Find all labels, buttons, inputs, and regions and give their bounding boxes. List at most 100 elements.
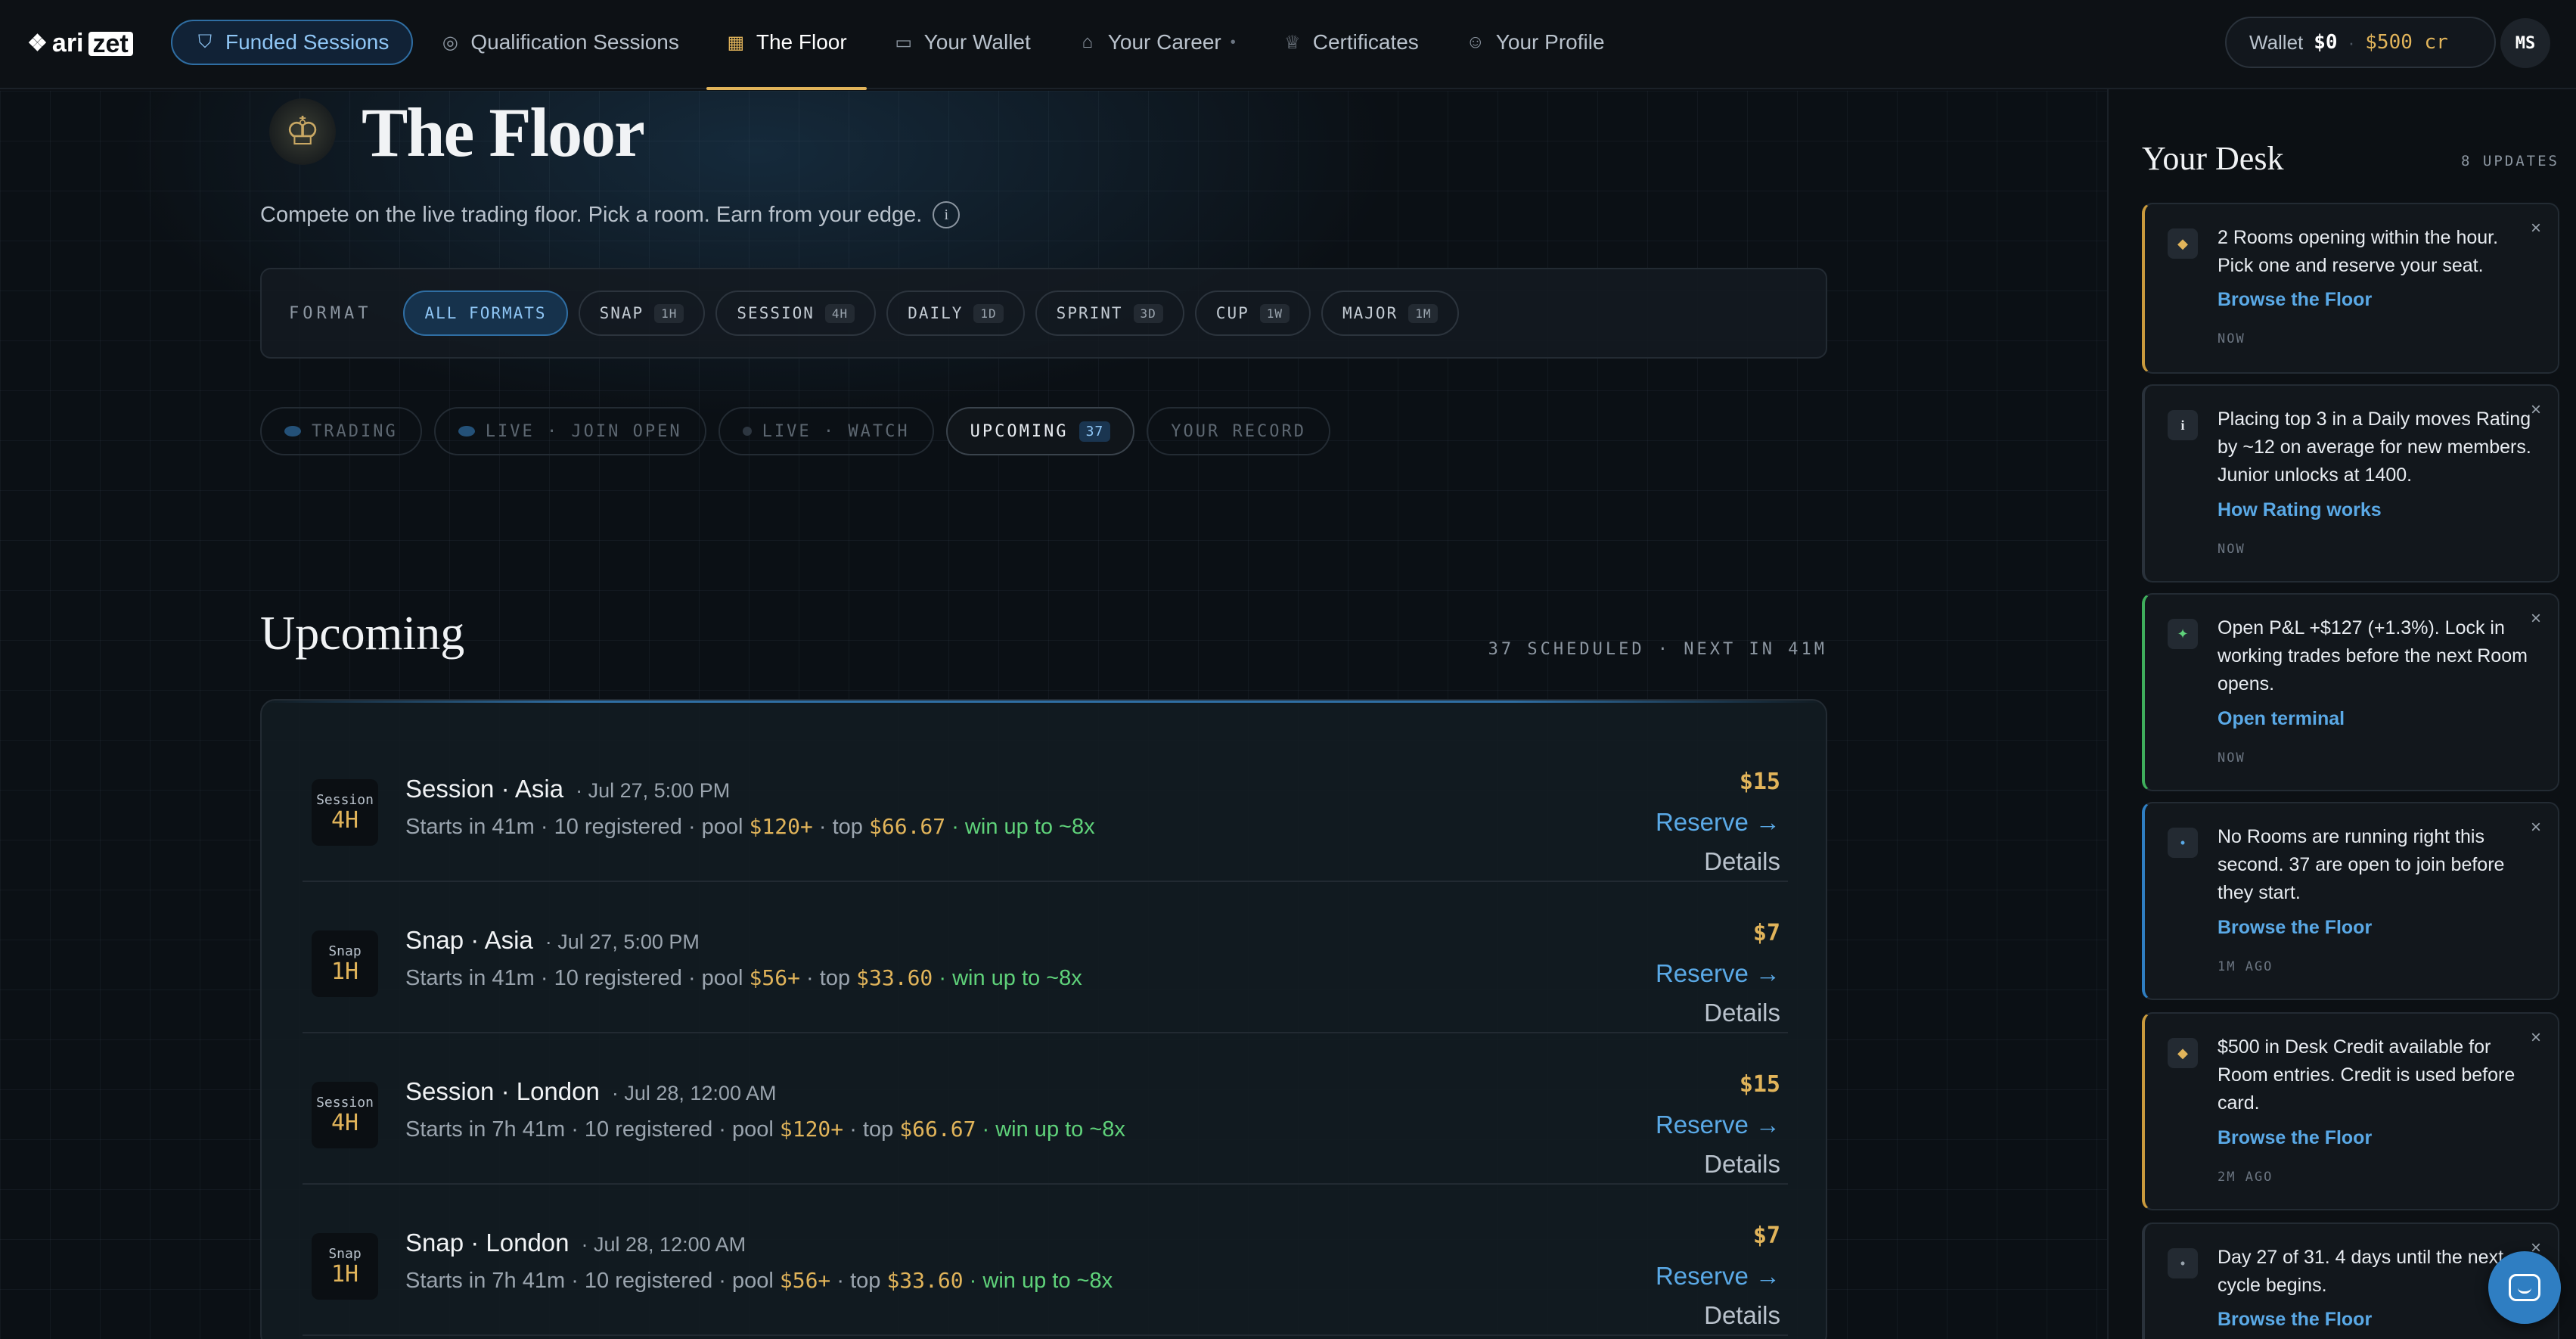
nav-funded-sessions[interactable]: ⛉ Funded Sessions xyxy=(171,20,414,65)
room-starts: Starts in 7h 41m · 10 registered · pool xyxy=(405,1117,780,1142)
nav-the-floor[interactable]: ▦ The Floor xyxy=(706,20,867,90)
close-icon[interactable]: × xyxy=(2531,817,2541,838)
card-link[interactable]: How Rating works xyxy=(2218,499,2382,521)
nav-certificates[interactable]: ♕ Certificates xyxy=(1263,20,1439,65)
logo[interactable]: ❖ ari zet xyxy=(27,29,133,58)
status-live-watch[interactable]: LIVE · WATCH xyxy=(718,407,934,455)
desk-card: i Placing top 3 in a Daily moves Rating … xyxy=(2142,384,2559,583)
room-win: · win up to ~8x xyxy=(963,1269,1113,1293)
format-chip-badge: 1M xyxy=(1408,303,1439,323)
room-win: · win up to ~8x xyxy=(945,815,1095,839)
desk-title: Your Desk xyxy=(2142,140,2284,177)
tile-format: Session xyxy=(316,1094,374,1111)
dot-icon: • xyxy=(2168,1248,2198,1278)
card-link[interactable]: Browse the Floor xyxy=(2218,917,2372,939)
room-date: · Jul 28, 12:00 AM xyxy=(611,1082,777,1104)
tile-format: Snap xyxy=(328,1245,362,1262)
room-top-label: · top xyxy=(843,1117,900,1142)
career-dot-icon: • xyxy=(1230,33,1236,51)
room-details-line: Starts in 41m · 10 registered · pool $56… xyxy=(405,965,1082,991)
close-icon[interactable]: × xyxy=(2531,608,2541,629)
format-all[interactable]: ALL FORMATS xyxy=(403,290,568,336)
nav-label: Funded Sessions xyxy=(225,30,390,54)
format-session[interactable]: SESSION 4H xyxy=(715,290,877,336)
reserve-button[interactable]: Reserve → xyxy=(1656,1262,1780,1291)
format-sprint[interactable]: SPRINT 3D xyxy=(1035,290,1184,336)
status-trading[interactable]: TRADING xyxy=(260,407,422,455)
details-button[interactable]: Details xyxy=(1704,1301,1780,1330)
nav-qualification-sessions[interactable]: ◎ Qualification Sessions xyxy=(421,20,698,65)
chat-launcher-button[interactable] xyxy=(2488,1251,2561,1324)
reserve-button[interactable]: Reserve → xyxy=(1656,959,1780,988)
room-title: Session · Asia · Jul 27, 5:00 PM xyxy=(405,775,730,803)
format-tile: Snap 1H xyxy=(312,930,378,997)
wallet-separator: · xyxy=(2348,30,2355,54)
format-major[interactable]: MAJOR 1M xyxy=(1321,290,1460,336)
sparkle-icon: ✦ xyxy=(2168,619,2198,649)
card-text: Day 27 of 31. 4 days until the next cycl… xyxy=(2218,1247,2504,1296)
details-button[interactable]: Details xyxy=(1704,999,1780,1027)
format-chip-badge: 3D xyxy=(1133,303,1163,323)
list-item[interactable]: Session 4H Session · London · Jul 28, 12… xyxy=(303,1033,1788,1185)
room-title: Snap · London · Jul 28, 12:00 AM xyxy=(405,1229,746,1257)
nav-your-profile[interactable]: ☺ Your Profile xyxy=(1446,20,1625,65)
format-label: FORMAT xyxy=(289,303,372,323)
nav-label: Your Profile xyxy=(1495,30,1605,54)
status-your-record[interactable]: YOUR RECORD xyxy=(1147,407,1330,455)
format-cup[interactable]: CUP 1W xyxy=(1194,290,1311,336)
details-button[interactable]: Details xyxy=(1704,847,1780,876)
nav-label: Certificates xyxy=(1312,30,1419,54)
close-icon[interactable]: × xyxy=(2531,218,2541,239)
format-tile: Snap 1H xyxy=(312,1233,378,1300)
subtitle-text: Compete on the live trading floor. Pick … xyxy=(260,202,923,227)
close-icon[interactable]: × xyxy=(2531,399,2541,421)
room-top: $33.60 xyxy=(856,965,933,990)
card-link[interactable]: Open terminal xyxy=(2218,708,2345,730)
list-item[interactable]: Session 4H Session · Asia · Jul 27, 5:00… xyxy=(303,731,1788,882)
card-link[interactable]: Browse the Floor xyxy=(2218,289,2372,311)
avatar[interactable]: MS xyxy=(2500,18,2550,68)
card-text: $500 in Desk Credit available for Room e… xyxy=(2218,1036,2515,1114)
list-item[interactable]: Snap 1H Snap · Asia · Jul 27, 5:00 PM St… xyxy=(303,882,1788,1033)
diamond-icon: ◆ xyxy=(2168,228,2198,259)
dot-icon: • xyxy=(2168,828,2198,858)
format-chip-label: ALL FORMATS xyxy=(424,304,547,322)
user-icon: ☺ xyxy=(1466,32,1485,52)
nav-your-wallet[interactable]: ▭ Your Wallet xyxy=(874,20,1051,65)
card-link[interactable]: Browse the Floor xyxy=(2218,1309,2372,1331)
wallet-credit: $500 cr xyxy=(2365,31,2448,54)
page-title: The Floor xyxy=(362,94,645,171)
status-live-join[interactable]: LIVE · JOIN OPEN xyxy=(433,407,706,455)
room-win: · win up to ~8x xyxy=(933,966,1082,990)
card-link[interactable]: Browse the Floor xyxy=(2218,1127,2372,1149)
reserve-button[interactable]: Reserve → xyxy=(1656,808,1780,837)
top-nav: ❖ ari zet ⛉ Funded Sessions ◎ Qualificat… xyxy=(0,0,2576,90)
format-chip-label: MAJOR xyxy=(1342,304,1398,322)
tile-duration: 4H xyxy=(331,806,359,834)
nav-label: Qualification Sessions xyxy=(470,30,679,54)
reserve-button[interactable]: Reserve → xyxy=(1656,1111,1780,1139)
info-icon[interactable]: i xyxy=(933,201,961,228)
status-upcoming[interactable]: UPCOMING 37 xyxy=(945,407,1135,455)
wallet-cash: $0 xyxy=(2314,31,2338,54)
status-dot-icon xyxy=(284,426,301,436)
room-name: Session · London xyxy=(405,1077,600,1105)
wallet-label: Wallet xyxy=(2249,30,2304,54)
room-date: · Jul 28, 12:00 AM xyxy=(581,1233,746,1256)
desk-panel: Your Desk 8 UPDATES ◆ 2 Rooms opening wi… xyxy=(2109,91,2576,1339)
format-daily[interactable]: DAILY 1D xyxy=(886,290,1025,336)
wallet-pill[interactable]: Wallet $0 · $500 cr xyxy=(2225,17,2496,68)
list-item[interactable]: Snap 1H Snap · London · Jul 28, 12:00 AM… xyxy=(303,1185,1788,1336)
room-details-line: Starts in 41m · 10 registered · pool $12… xyxy=(405,814,1095,840)
format-snap[interactable]: SNAP 1H xyxy=(578,290,706,336)
grid-icon: ▦ xyxy=(727,32,745,53)
desk-card: ✦ Open P&L +$127 (+1.3%). Lock in workin… xyxy=(2142,593,2559,791)
room-price: $15 xyxy=(1739,769,1780,795)
format-chip-label: SPRINT xyxy=(1056,304,1123,322)
details-button[interactable]: Details xyxy=(1704,1150,1780,1179)
nav-your-career[interactable]: ⌂ Your Career • xyxy=(1058,20,1255,65)
status-tabs: TRADING LIVE · JOIN OPEN LIVE · WATCH UP… xyxy=(260,407,1330,455)
close-icon[interactable]: × xyxy=(2531,1027,2541,1049)
status-label: TRADING xyxy=(312,421,398,441)
room-name: Session · Asia xyxy=(405,775,564,803)
